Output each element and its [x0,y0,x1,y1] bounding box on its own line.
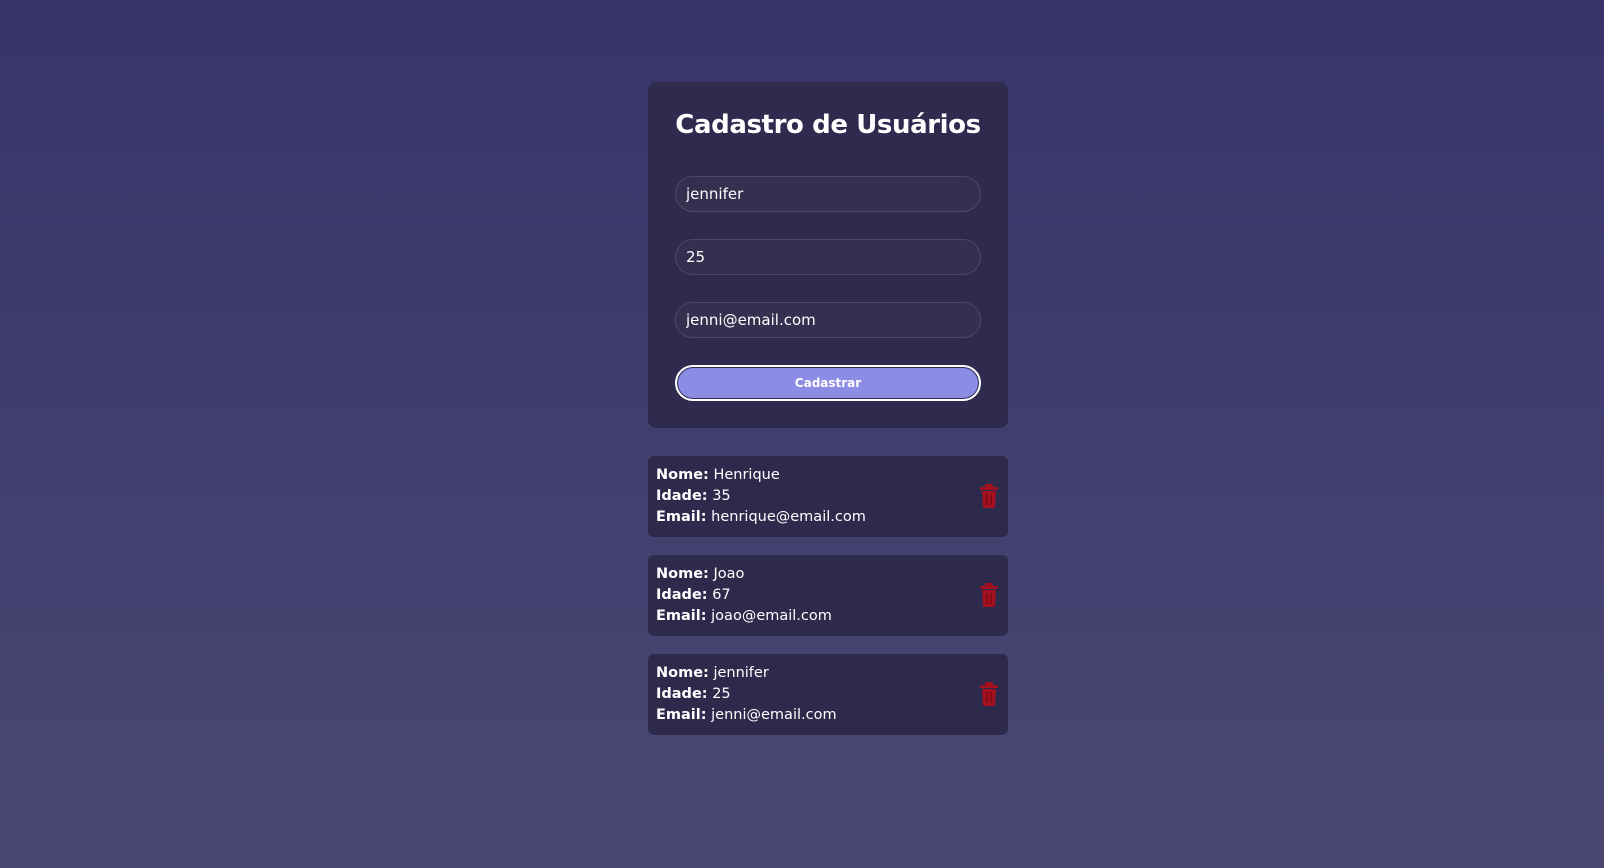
user-card: Nome: Joao Idade: 67 Email: joao@email.c… [648,555,1008,636]
user-age-row: Idade: 67 [656,585,832,606]
age-input[interactable] [675,239,981,275]
user-card: Nome: Henrique Idade: 35 Email: henrique… [648,456,1008,537]
user-name: jennifer [713,665,769,681]
user-age-row: Idade: 25 [656,684,837,705]
user-name-row: Nome: Joao [656,564,832,585]
user-name-row: Nome: Henrique [656,465,866,486]
user-age: 67 [712,587,731,603]
name-label: Nome: [656,467,709,483]
user-email: jenni@email.com [711,707,837,723]
submit-button[interactable]: Cadastrar [675,365,981,401]
user-email-row: Email: henrique@email.com [656,507,866,528]
delete-user-button[interactable] [978,483,1000,509]
user-info: Nome: jennifer Idade: 25 Email: jenni@em… [656,663,837,726]
user-age: 25 [712,686,731,702]
user-email-row: Email: joao@email.com [656,606,832,627]
user-email-row: Email: jenni@email.com [656,705,837,726]
email-input[interactable] [675,302,981,338]
user-email: henrique@email.com [711,509,866,525]
trash-icon [980,583,998,607]
user-name: Joao [713,566,745,582]
name-input[interactable] [675,176,981,212]
email-label: Email: [656,608,707,624]
user-card: Nome: jennifer Idade: 25 Email: jenni@em… [648,654,1008,735]
age-label: Idade: [656,587,708,603]
user-info: Nome: Joao Idade: 67 Email: joao@email.c… [656,564,832,627]
trash-icon [980,682,998,706]
user-age: 35 [712,488,731,504]
age-label: Idade: [656,488,708,504]
email-label: Email: [656,509,707,525]
delete-user-button[interactable] [978,681,1000,707]
page-title: Cadastro de Usuários [675,110,981,140]
user-name: Henrique [713,467,780,483]
delete-user-button[interactable] [978,582,1000,608]
name-label: Nome: [656,665,709,681]
user-email: joao@email.com [711,608,832,624]
age-label: Idade: [656,686,708,702]
user-info: Nome: Henrique Idade: 35 Email: henrique… [656,465,866,528]
name-label: Nome: [656,566,709,582]
user-name-row: Nome: jennifer [656,663,837,684]
trash-icon [980,484,998,508]
email-label: Email: [656,707,707,723]
user-age-row: Idade: 35 [656,486,866,507]
registration-form: Cadastro de Usuários Cadastrar [648,82,1008,428]
